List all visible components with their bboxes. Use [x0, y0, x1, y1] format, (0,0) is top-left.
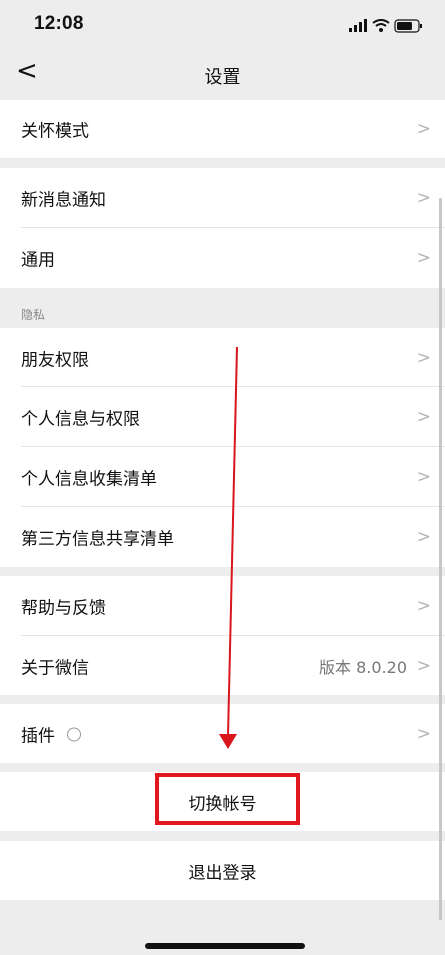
home-indicator[interactable] [145, 943, 305, 949]
scrollbar[interactable] [439, 198, 442, 920]
annotation-arrow [219, 346, 238, 749]
